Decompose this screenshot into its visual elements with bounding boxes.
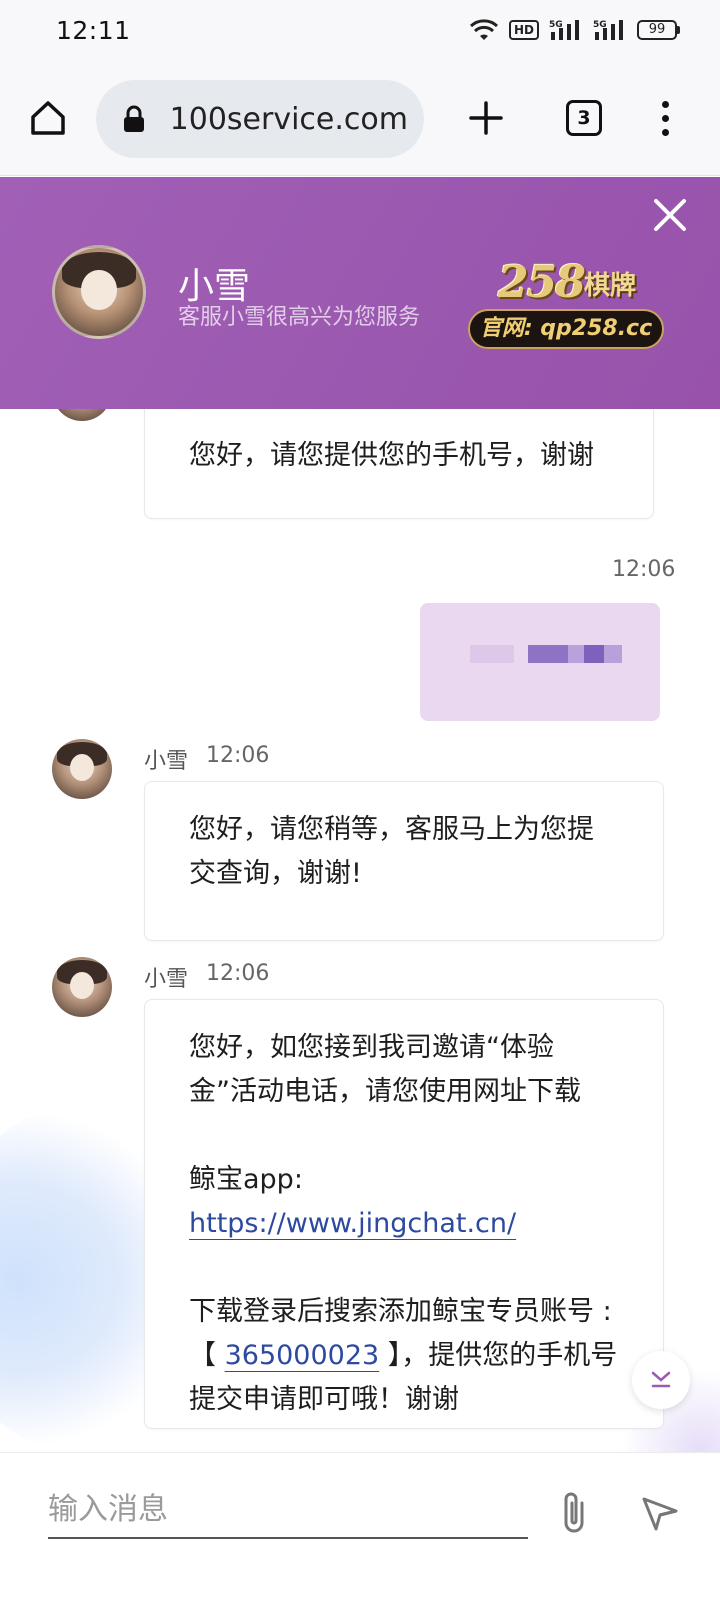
close-icon[interactable] bbox=[650, 195, 690, 235]
chat-header: 小雪 客服小雪很高兴为您服务 258 棋牌 官网: qp258.cc bbox=[0, 177, 720, 409]
message-time: 12:06 bbox=[206, 961, 270, 986]
overflow-menu-button[interactable] bbox=[650, 94, 680, 142]
home-icon bbox=[31, 101, 65, 135]
status-time: 12:11 bbox=[56, 16, 131, 45]
battery-icon: 99 bbox=[637, 20, 680, 40]
brand-site: 官网: qp258.cc bbox=[468, 309, 664, 349]
wifi-icon bbox=[469, 19, 499, 40]
message-meta: 小雪 12:06 bbox=[144, 743, 269, 775]
browser-toolbar: qp100service.com 3 bbox=[0, 64, 720, 176]
message-meta: 小雪 12:06 bbox=[144, 961, 269, 993]
agent-message-bubble: 您好，请您提供您的手机号，谢谢 bbox=[144, 409, 654, 519]
agent-message-bubble: 您好，如您接到我司邀请“体验金”活动电话，请您使用网址下载 鲸宝app: htt… bbox=[144, 999, 664, 1429]
sender-name: 小雪 bbox=[144, 967, 189, 992]
chevron-down-icon bbox=[651, 1371, 671, 1388]
agent-avatar bbox=[52, 245, 146, 339]
sender-name: 小雪 bbox=[144, 749, 189, 774]
account-link[interactable]: 365000023 bbox=[225, 1340, 380, 1371]
composer bbox=[0, 1452, 720, 1600]
brand-logo: 258 棋牌 官网: qp258.cc bbox=[468, 257, 664, 353]
status-bar: 12:11 HD 5G 5G 99 bbox=[0, 0, 720, 64]
scroll-to-bottom-button[interactable] bbox=[632, 1351, 690, 1409]
address-bar[interactable]: qp100service.com bbox=[96, 80, 424, 158]
message-text: 您好，请您稍等，客服马上为您提交查询，谢谢! bbox=[189, 814, 594, 889]
message-text: 鲸宝app: https://www.jingchat.cn/ bbox=[189, 1158, 619, 1246]
message-text: 下载登录后搜索添加鲸宝专员账号 : 【 365000023 】，提供您的手机号提… bbox=[189, 1290, 619, 1422]
message-text: 您好，请您提供您的手机号，谢谢 bbox=[189, 440, 594, 471]
tab-switcher-button[interactable]: 3 bbox=[566, 100, 602, 136]
message-input[interactable] bbox=[48, 1481, 528, 1539]
agent-status: 客服小雪很高兴为您服务 bbox=[178, 305, 421, 330]
plus-icon bbox=[469, 101, 503, 135]
dot-icon bbox=[661, 128, 669, 136]
message-time: 12:06 bbox=[612, 557, 676, 582]
message-time: 12:06 bbox=[206, 743, 270, 768]
brand-word: 棋牌 bbox=[584, 271, 637, 301]
app-label: 鲸宝app: bbox=[189, 1164, 303, 1195]
download-link[interactable]: https://www.jingchat.cn/ bbox=[189, 1208, 516, 1239]
new-tab-button[interactable] bbox=[462, 94, 510, 142]
agent-message-bubble: 您好，请您稍等，客服马上为您提交查询，谢谢! bbox=[144, 781, 664, 941]
signal-icon: 5G bbox=[549, 20, 579, 40]
lock-icon bbox=[124, 105, 144, 132]
message-text: 您好，如您接到我司邀请“体验金”活动电话，请您使用网址下载 bbox=[189, 1032, 581, 1107]
send-icon[interactable] bbox=[640, 1493, 680, 1533]
avatar bbox=[52, 409, 112, 421]
dot-icon bbox=[661, 100, 669, 108]
redacted-text bbox=[470, 645, 514, 663]
status-icons: HD 5G 5G 99 bbox=[469, 18, 680, 42]
home-button[interactable] bbox=[24, 94, 72, 142]
user-message-bubble bbox=[420, 603, 660, 721]
chat-area[interactable]: 您好，请您提供您的手机号，谢谢 12:06 小雪 12:06 您好，请您稍等，客… bbox=[0, 409, 720, 1452]
dot-icon bbox=[661, 114, 669, 122]
brand-number: 258 bbox=[498, 257, 586, 308]
url-text: qp100service.com bbox=[168, 102, 408, 137]
paperclip-icon[interactable] bbox=[554, 1489, 594, 1537]
signal-icon-2: 5G bbox=[593, 20, 623, 40]
avatar bbox=[52, 739, 112, 799]
battery-level: 99 bbox=[637, 20, 677, 40]
hd-badge: HD bbox=[508, 20, 539, 40]
avatar bbox=[52, 957, 112, 1017]
